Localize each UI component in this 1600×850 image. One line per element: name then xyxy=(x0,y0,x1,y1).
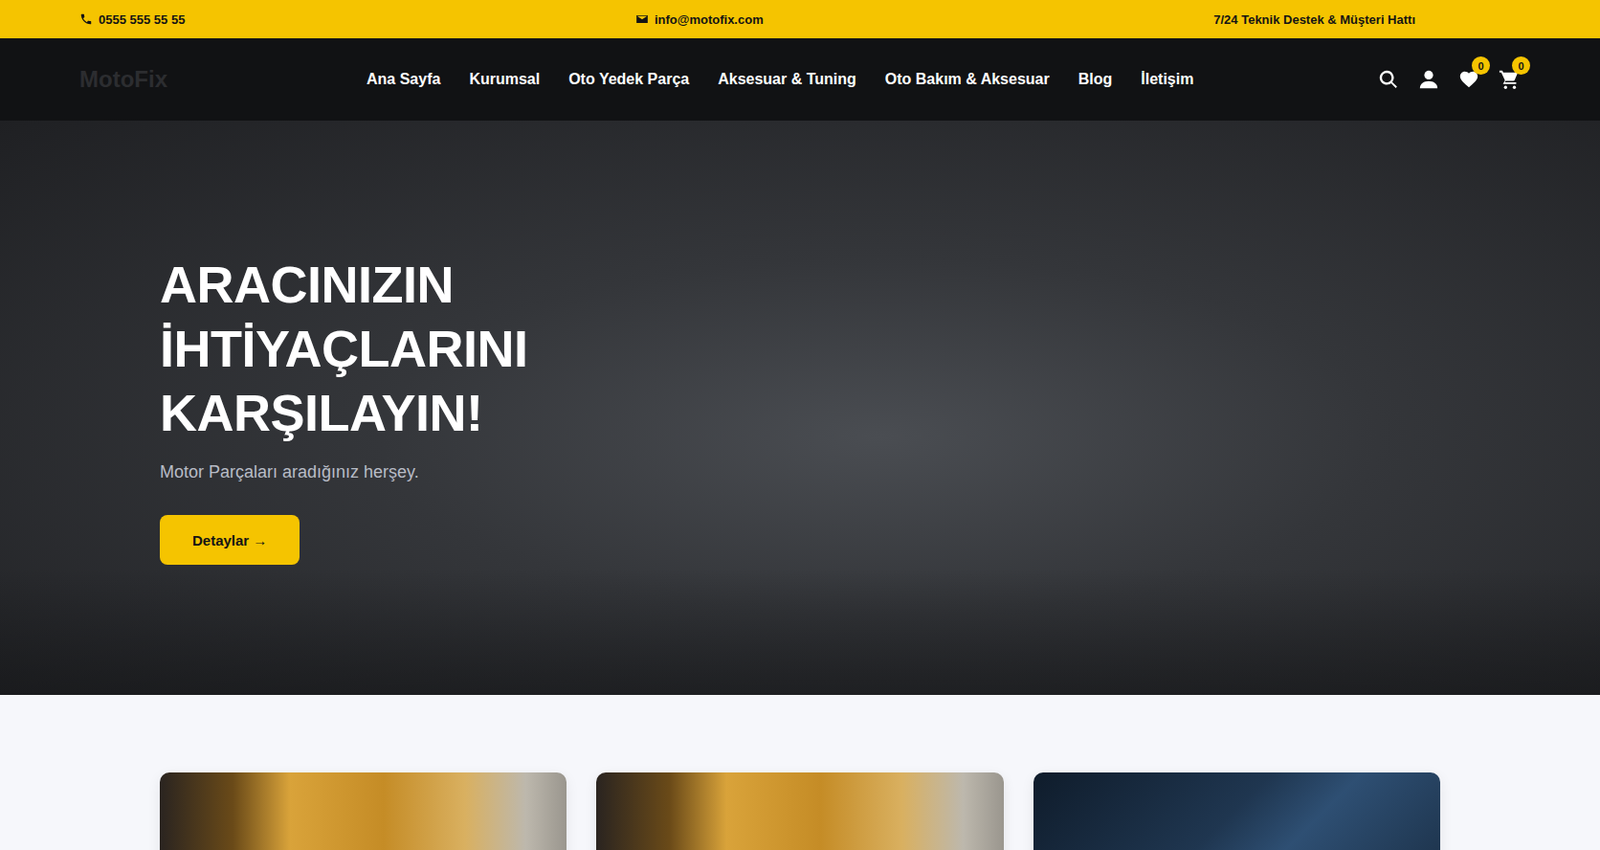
top-bar: 0555 555 55 55 info@motofix.com 7/24 Tekni… xyxy=(0,0,1600,39)
heart-button[interactable]: 0 xyxy=(1457,67,1481,91)
user-icon xyxy=(1418,68,1440,90)
phone-contact[interactable]: 0555 555 55 55 xyxy=(79,12,185,27)
category-card[interactable] xyxy=(159,772,567,850)
hero-banner: ARACINIZINİHTİYAÇLARINIKARŞILAYIN! Motor … xyxy=(0,120,1600,695)
cart-count-badge: 0 xyxy=(1511,56,1531,75)
user-button[interactable] xyxy=(1417,67,1441,91)
arrow-icon: → xyxy=(252,532,267,549)
email-address[interactable]: info@motofix.com xyxy=(654,12,764,27)
category-card[interactable] xyxy=(1033,772,1441,850)
hero-title-line: KARŞILAYIN! xyxy=(159,380,1600,445)
search-button[interactable] xyxy=(1377,67,1400,91)
hero-title-line: İHTİYAÇLARINI xyxy=(159,316,1600,381)
menu-item[interactable]: Oto Yedek Parça xyxy=(568,70,689,89)
phone-icon xyxy=(79,12,93,26)
main-nav: MotoFixAna SayfaKurumsalOto Yedek ParçaA… xyxy=(0,38,1600,121)
menu-item[interactable]: Ana Sayfa xyxy=(366,70,441,89)
logo[interactable]: MotoFix xyxy=(79,66,367,93)
category-card[interactable] xyxy=(596,772,1003,850)
menu: Ana Sayfa Kurumsal Oto Yedek Parça Aksesuar… xyxy=(366,70,1378,89)
menu-item[interactable]: Kurumsal xyxy=(468,70,540,89)
menu-item[interactable]: Blog xyxy=(1078,70,1113,89)
category-cards xyxy=(0,694,1600,850)
details-button[interactable]: Detaylar→ xyxy=(159,514,300,565)
hero-title: ARACINIZINİHTİYAÇLARINIKARŞILAYIN! xyxy=(159,252,1600,445)
header-icons: 00 xyxy=(1377,67,1521,91)
heart-count-badge: 0 xyxy=(1471,56,1490,75)
email-contact[interactable]: info@motofix.com xyxy=(635,12,764,27)
menu-item[interactable]: Oto Bakım & Aksesuar xyxy=(885,70,1050,89)
cart-button[interactable]: 0 xyxy=(1497,67,1521,91)
search-icon xyxy=(1377,68,1400,90)
hero-title-line: ARACINIZIN xyxy=(159,252,1600,317)
details-button-label[interactable]: Detaylar xyxy=(192,532,249,549)
menu-item[interactable]: İletişim xyxy=(1140,70,1194,89)
menu-item[interactable]: Aksesuar & Tuning xyxy=(717,70,857,89)
envelope-icon xyxy=(635,12,649,26)
phone-number[interactable]: 0555 555 55 55 xyxy=(98,12,185,27)
support-text: 7/24 Teknik Destek & Müşteri Hattı xyxy=(1213,12,1416,27)
hero-subtitle: Motor Parçaları aradığınız herşey. xyxy=(159,462,1600,483)
